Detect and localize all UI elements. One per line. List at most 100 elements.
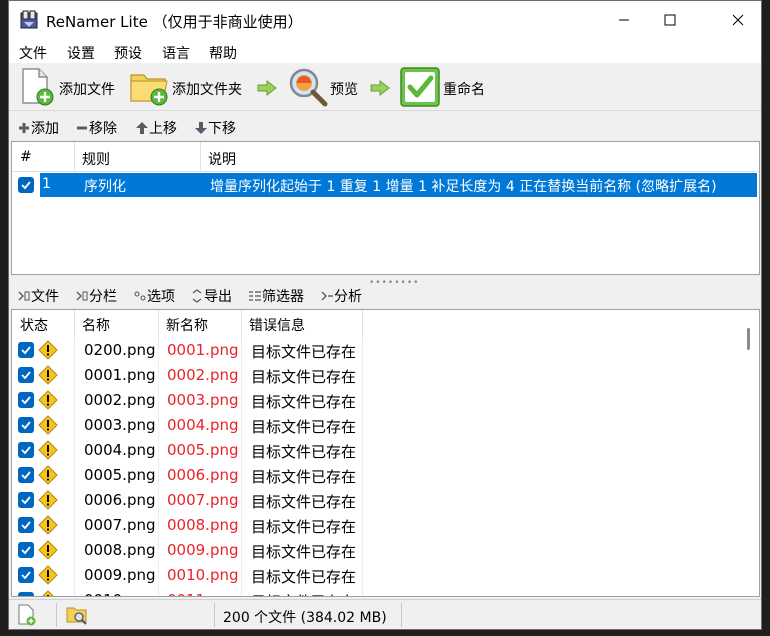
files-menu-button[interactable]: 文件	[17, 286, 59, 306]
column-separator	[241, 310, 242, 338]
column-separator	[241, 588, 242, 596]
folder-search-icon[interactable]	[66, 604, 90, 626]
file-new-name: 0001.png	[167, 341, 239, 359]
file-row[interactable]: 0008.png 0009.png 目标文件已存在	[12, 538, 739, 563]
file-row[interactable]: 0007.png 0008.png 目标文件已存在	[12, 513, 739, 538]
file-checkbox[interactable]	[18, 342, 34, 358]
column-separator	[74, 142, 75, 172]
files-col-name[interactable]: 名称	[82, 315, 110, 335]
file-checkbox[interactable]	[18, 367, 34, 383]
vertical-scrollbar[interactable]	[740, 310, 759, 596]
close-icon	[732, 14, 744, 26]
files-col-status[interactable]: 状态	[20, 315, 48, 335]
minimize-button[interactable]	[601, 1, 647, 39]
menu-help[interactable]: 帮助	[209, 43, 237, 63]
check-icon	[21, 346, 31, 355]
file-row[interactable]: 0001.png 0002.png 目标文件已存在	[12, 363, 739, 388]
column-separator	[74, 363, 75, 388]
options-menu-button[interactable]: 选项	[133, 286, 175, 306]
move-up-button[interactable]: 上移	[135, 118, 177, 138]
file-name: 0004.png	[84, 441, 156, 459]
rule-enabled-checkbox[interactable]	[18, 177, 34, 193]
export-menu-button[interactable]: 导出	[190, 286, 232, 306]
columns-menu-button[interactable]: 分栏	[75, 286, 117, 306]
file-checkbox[interactable]	[18, 467, 34, 483]
menu-presets[interactable]: 预设	[114, 43, 142, 63]
file-checkbox[interactable]	[18, 442, 34, 458]
move-down-button[interactable]: 下移	[194, 118, 236, 138]
remove-rule-label: 移除	[89, 121, 117, 137]
file-checkbox[interactable]	[18, 567, 34, 583]
add-rule-button[interactable]: 添加	[17, 118, 59, 138]
file-name: 0002.png	[84, 391, 156, 409]
menu-bar: 文件 设置 预设 语言 帮助	[9, 39, 761, 63]
column-separator	[362, 438, 363, 463]
filter-menu-button[interactable]: 筛选器	[248, 286, 304, 306]
check-icon	[21, 471, 31, 480]
close-button[interactable]	[715, 1, 761, 39]
app-window: ReNamer Lite （仅用于非商业使用） 文件 设置 预设 语言 帮助 添…	[8, 0, 762, 630]
file-row[interactable]: 0200.png 0001.png 目标文件已存在	[12, 338, 739, 363]
file-row[interactable]: 0010.png 0011.png 目标文件已存在	[12, 588, 739, 596]
column-separator	[158, 413, 159, 438]
warning-icon	[38, 515, 58, 535]
column-separator	[362, 563, 363, 588]
options-menu-label: 选项	[147, 289, 175, 305]
status-file-count: 200 个文件 (384.02 MB)	[223, 610, 387, 626]
file-new-name: 0008.png	[167, 516, 239, 534]
rule-description: 增量序列化起始于 1 重复 1 增量 1 补足长度为 4 正在替换当前名称 (忽…	[210, 179, 717, 195]
column-separator	[74, 588, 75, 596]
column-separator	[362, 413, 363, 438]
files-col-error[interactable]: 错误信息	[249, 315, 305, 335]
files-col-new-name[interactable]: 新名称	[166, 315, 208, 335]
file-checkbox[interactable]	[18, 492, 34, 508]
file-new-name: 0006.png	[167, 466, 239, 484]
file-checkbox[interactable]	[18, 592, 34, 596]
file-row[interactable]: 0002.png 0003.png 目标文件已存在	[12, 388, 739, 413]
column-separator	[74, 310, 75, 338]
add-file-small-icon[interactable]	[17, 604, 37, 626]
file-checkbox[interactable]	[18, 542, 34, 558]
status-separator	[401, 603, 402, 627]
file-row[interactable]: 0004.png 0005.png 目标文件已存在	[12, 438, 739, 463]
check-icon	[21, 571, 31, 580]
column-separator	[158, 363, 159, 388]
file-row[interactable]: 0006.png 0007.png 目标文件已存在	[12, 488, 739, 513]
file-checkbox[interactable]	[18, 417, 34, 433]
scrollbar-thumb[interactable]	[747, 328, 750, 350]
rules-col-description[interactable]: 说明	[208, 149, 236, 169]
file-new-name: 0003.png	[167, 391, 239, 409]
menu-settings[interactable]: 设置	[67, 43, 95, 63]
warning-icon	[38, 365, 58, 385]
status-separator	[214, 603, 215, 627]
file-row[interactable]: 0003.png 0004.png 目标文件已存在	[12, 413, 739, 438]
file-checkbox[interactable]	[18, 392, 34, 408]
file-row[interactable]: 0005.png 0006.png 目标文件已存在	[12, 463, 739, 488]
filter-icon	[249, 291, 261, 301]
file-new-name: 0004.png	[167, 416, 239, 434]
file-new-name: 0005.png	[167, 441, 239, 459]
add-file-icon	[22, 68, 54, 106]
rules-col-rule[interactable]: 规则	[82, 149, 110, 169]
file-row[interactable]: 0009.png 0010.png 目标文件已存在	[12, 563, 739, 588]
remove-rule-button[interactable]: 移除	[75, 118, 117, 138]
warning-icon	[38, 390, 58, 410]
arrow-right-icon	[257, 80, 277, 96]
file-checkbox[interactable]	[18, 517, 34, 533]
menu-file[interactable]: 文件	[19, 43, 47, 63]
file-new-name: 0009.png	[167, 541, 239, 559]
menu-language[interactable]: 语言	[162, 43, 190, 63]
files-table: 状态 名称 新名称 错误信息 0200.png 0001.png 目标文件已存在 00…	[11, 309, 760, 597]
rule-row-selected[interactable]: 1 序列化 增量序列化起始于 1 重复 1 增量 1 补足长度为 4 正在替换当…	[40, 173, 757, 197]
maximize-button[interactable]	[647, 1, 693, 39]
rules-col-number[interactable]: #	[20, 149, 32, 165]
analyze-menu-button[interactable]: 分析	[320, 286, 362, 306]
column-separator	[241, 438, 242, 463]
title-bar[interactable]: ReNamer Lite （仅用于非商业使用）	[9, 1, 761, 39]
status-separator	[56, 603, 57, 627]
file-name: 0003.png	[84, 416, 156, 434]
column-separator	[158, 310, 159, 338]
warning-icon	[38, 440, 58, 460]
analyze-icon	[321, 291, 333, 301]
analyze-menu-label: 分析	[334, 289, 362, 305]
